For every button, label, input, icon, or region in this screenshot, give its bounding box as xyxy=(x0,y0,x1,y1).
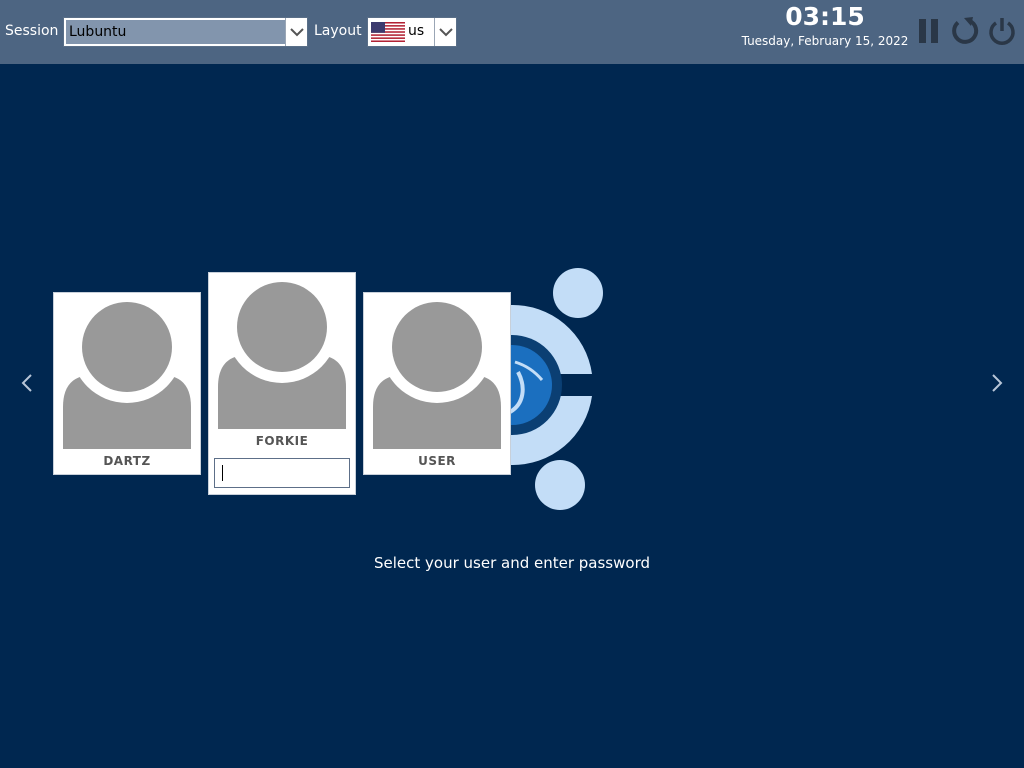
avatar-icon xyxy=(63,297,191,449)
chevron-right-icon xyxy=(992,374,1003,392)
suspend-button[interactable] xyxy=(913,14,945,48)
chevron-left-icon xyxy=(21,374,32,392)
power-button[interactable] xyxy=(986,14,1018,48)
power-icon xyxy=(989,18,1015,45)
session-select[interactable]: Lubuntu xyxy=(63,17,308,47)
text-cursor xyxy=(222,465,223,481)
user-name: USER xyxy=(418,454,456,468)
layout-label: Layout xyxy=(314,23,362,39)
instruction-text: Select your user and enter password xyxy=(373,554,650,572)
chevron-down-icon xyxy=(434,18,456,46)
previous-user-button[interactable] xyxy=(12,368,42,398)
top-bar: Session Lubuntu Layout us 03:15 Tuesday,… xyxy=(0,0,1024,64)
user-card-user[interactable]: USER xyxy=(363,292,511,475)
user-name: FORKIE xyxy=(255,434,309,448)
avatar-icon xyxy=(373,297,501,449)
clock: 03:15 xyxy=(785,2,865,31)
restart-button[interactable] xyxy=(949,14,981,48)
avatar-icon xyxy=(218,277,346,429)
date: Tuesday, February 15, 2022 xyxy=(741,34,909,48)
session-label: Session xyxy=(5,23,59,39)
session-value: Lubuntu xyxy=(66,20,286,44)
chevron-down-icon xyxy=(285,18,307,46)
us-flag-icon xyxy=(371,22,405,42)
next-user-button[interactable] xyxy=(982,368,1012,398)
password-input[interactable] xyxy=(214,458,350,488)
user-card-forkie[interactable]: FORKIE xyxy=(208,272,356,495)
layout-value: us xyxy=(408,23,425,39)
layout-select[interactable]: us xyxy=(367,17,457,47)
user-card-dartz[interactable]: DARTZ xyxy=(53,292,201,475)
restart-icon xyxy=(952,17,979,44)
suspend-icon xyxy=(919,19,938,43)
user-name: DARTZ xyxy=(103,454,151,468)
